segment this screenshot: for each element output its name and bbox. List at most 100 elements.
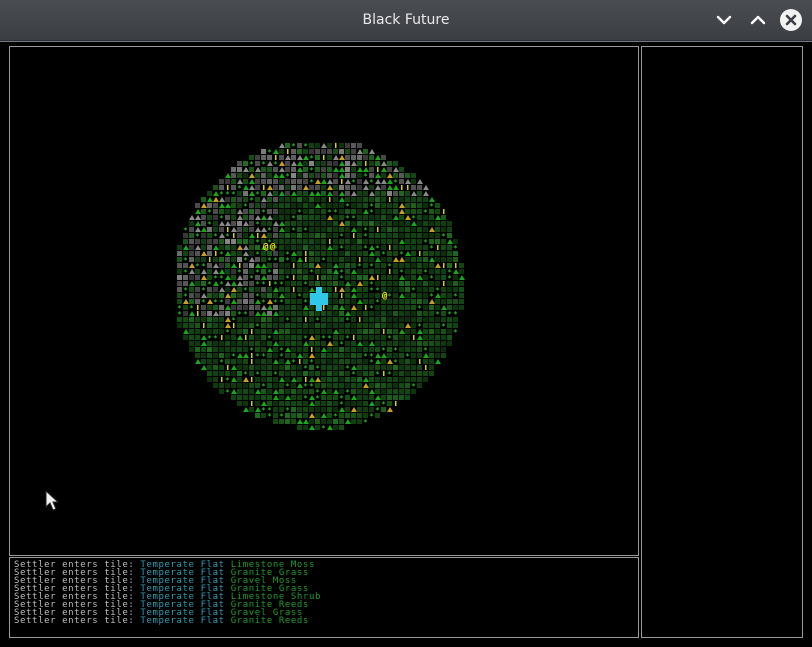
settler-glyph[interactable]: @: [270, 242, 276, 252]
map-tile: [429, 251, 434, 256]
minimize-button[interactable]: [712, 8, 736, 32]
map-tile: [291, 347, 296, 352]
map-tile: [411, 329, 416, 334]
map-tile: [249, 203, 254, 208]
map-tile: [291, 173, 296, 178]
map-tile: [435, 239, 440, 244]
map-tile: [339, 305, 345, 310]
map-tile: [279, 251, 284, 256]
map-tile: [435, 359, 441, 364]
player-tile: [310, 299, 316, 305]
world-map-panel[interactable]: * * * * * * * * * * * * * * * * * * * * * * * * * * * * * * * * * * * * * * * *…: [9, 46, 639, 556]
map-tile: [357, 191, 362, 196]
map-tile: [417, 227, 422, 232]
map-tile: [333, 305, 338, 310]
map-tile: [291, 335, 296, 340]
map-tile: [363, 263, 368, 268]
close-button[interactable]: [779, 8, 803, 32]
map-tile: [261, 371, 266, 376]
settler-glyph[interactable]: @: [263, 242, 269, 252]
map-tile: [255, 197, 260, 202]
map-tile: [387, 251, 392, 256]
map-tile: [195, 347, 200, 352]
map-tile: [243, 395, 248, 400]
map-tile: [435, 341, 440, 346]
player-tile: [322, 293, 328, 299]
map-tile: [435, 209, 440, 214]
map-tile: [279, 395, 284, 400]
map-tile: [225, 269, 230, 274]
title-bar[interactable]: Black Future: [0, 0, 812, 41]
map-tile: [291, 233, 296, 238]
map-tile: [273, 335, 278, 340]
map-tile: [315, 221, 320, 226]
map-tile: [369, 233, 374, 238]
map-tile: [327, 389, 332, 394]
map-tile: [207, 305, 212, 310]
map-tile: [297, 317, 302, 322]
map-tile: [375, 269, 380, 274]
map-tile: [297, 335, 302, 340]
map-tile: [225, 203, 231, 208]
map-tile: [285, 197, 290, 202]
map-tile: [443, 281, 445, 286]
map-tile: [339, 353, 344, 358]
map-tile: [321, 341, 326, 346]
map-tile: [345, 305, 350, 310]
map-tile: [375, 383, 380, 388]
map-tile: [393, 203, 398, 208]
map-tile: [291, 395, 296, 400]
map-tile: [279, 257, 284, 262]
map-tile: [237, 293, 242, 298]
map-tile: [351, 227, 357, 232]
map-tile: [351, 251, 356, 256]
map-tile: [303, 203, 308, 208]
maximize-button[interactable]: [746, 8, 770, 32]
settler-glyph[interactable]: @: [382, 291, 388, 301]
map-tile: [273, 401, 278, 406]
map-tile: [225, 287, 230, 292]
map-tile: [177, 275, 182, 280]
world-map[interactable]: * **** * *** ** * * *** * * *** * * ** * * * * * ** * * * ** ** *…: [10, 47, 638, 555]
map-tile: [417, 281, 422, 286]
map-tile: [197, 311, 199, 316]
map-tile: [419, 359, 421, 364]
map-tile: [459, 287, 464, 292]
map-tile: [285, 413, 290, 418]
map-tile: [309, 233, 314, 238]
map-tile: *: [327, 334, 332, 343]
map-tile: [267, 371, 272, 376]
map-tile: [225, 359, 230, 364]
map-tile: [353, 335, 355, 340]
map-tile: [219, 365, 224, 370]
map-tile: [405, 209, 410, 214]
map-tile: [321, 245, 326, 250]
map-tile: [267, 191, 273, 196]
map-tile: [243, 401, 248, 406]
map-tile: [333, 221, 338, 226]
map-tile: [339, 347, 344, 352]
map-tile: [411, 341, 416, 346]
map-tile: [333, 185, 338, 190]
map-tile: [195, 329, 200, 334]
map-tile: [309, 227, 314, 232]
map-tile: [333, 353, 338, 358]
map-tile: [357, 179, 362, 184]
map-tile: [399, 239, 405, 244]
map-tile: [267, 377, 272, 382]
map-tile: [393, 317, 398, 322]
map-tile: [435, 299, 440, 304]
map-tile: [435, 329, 440, 334]
map-tile: [207, 377, 212, 382]
map-tile: [381, 383, 386, 388]
map-tile: [249, 209, 254, 214]
map-tile: [357, 227, 362, 232]
map-tile: [237, 371, 242, 376]
map-tile: [333, 197, 338, 202]
map-tile: [387, 299, 392, 304]
map-tile: [375, 347, 380, 352]
log-line: Settler enters tile: Temperate Flat Gran…: [10, 617, 638, 626]
map-tile: [345, 347, 350, 352]
map-tile: [285, 389, 290, 394]
map-tile: [201, 311, 206, 316]
